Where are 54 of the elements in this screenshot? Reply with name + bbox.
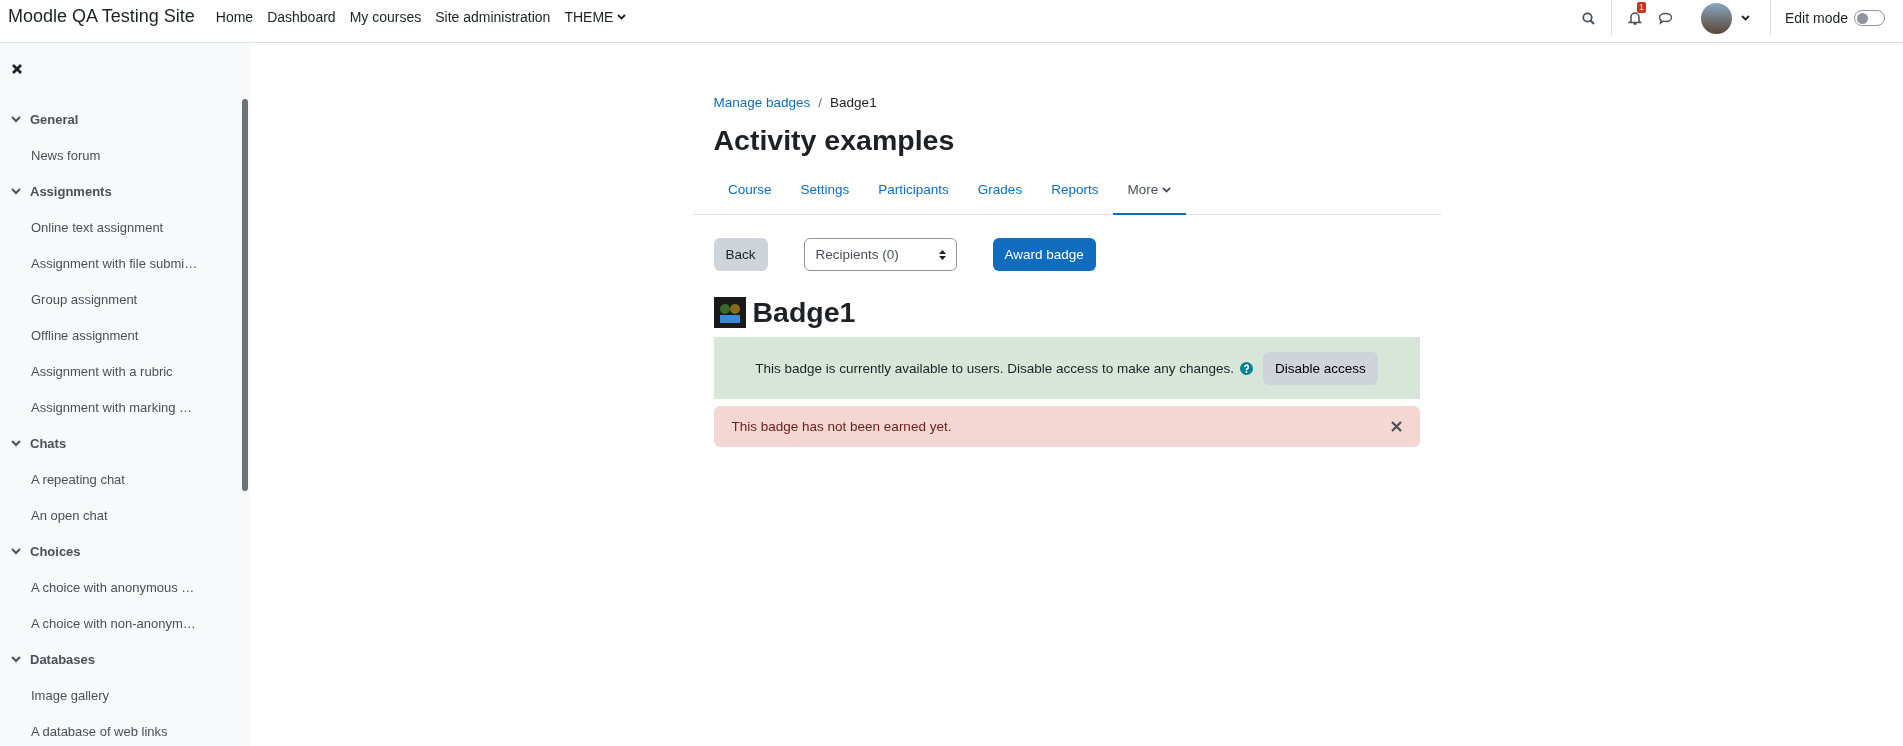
- section-header[interactable]: Chats: [0, 425, 250, 461]
- alert-message: This badge is currently available to users. Disable access to make any changes.: [755, 360, 1234, 376]
- breadcrumb-separator: /: [818, 95, 823, 110]
- sidebar-item[interactable]: News forum: [0, 137, 250, 173]
- nav-tab[interactable]: Grades: [963, 167, 1037, 215]
- close-icon[interactable]: [11, 63, 23, 75]
- edit-mode-label: Edit mode: [1783, 10, 1849, 26]
- site-name[interactable]: Moodle QA Testing Site: [8, 6, 195, 27]
- nav-link[interactable]: Home: [208, 9, 261, 25]
- badge-image: [713, 297, 746, 328]
- sidebar-item[interactable]: Assignment with file submi…: [0, 245, 250, 281]
- badge-title: Badge1: [752, 296, 856, 329]
- sidebar-item[interactable]: A database of web links: [0, 713, 250, 746]
- award-badge-button[interactable]: Award badge: [992, 238, 1096, 271]
- sidebar-item[interactable]: Assignment with a rubric: [0, 353, 250, 389]
- scrollbar-thumb[interactable]: [242, 99, 248, 491]
- sidebar-item[interactable]: Group assignment: [0, 281, 250, 317]
- disable-access-button[interactable]: Disable access: [1262, 351, 1378, 385]
- help-icon[interactable]: [1239, 361, 1253, 375]
- back-button[interactable]: Back: [713, 238, 768, 271]
- section-header[interactable]: General: [0, 101, 250, 137]
- caret-icon: [1740, 15, 1750, 21]
- close-icon[interactable]: [1390, 421, 1402, 432]
- nav-link[interactable]: My courses: [342, 9, 429, 25]
- nav-link[interactable]: Site administration: [428, 9, 558, 25]
- breadcrumb-link[interactable]: Manage badges: [713, 95, 811, 110]
- section-header[interactable]: Databases: [0, 641, 250, 677]
- section-header[interactable]: Choices: [0, 533, 250, 569]
- sidebar-item[interactable]: Image gallery: [0, 677, 250, 713]
- nav-tab[interactable]: Reports: [1036, 167, 1113, 215]
- bell-icon[interactable]: [1627, 10, 1642, 26]
- nav-tab[interactable]: Course: [713, 167, 787, 215]
- page-title: Activity examples: [713, 124, 956, 157]
- sidebar-item[interactable]: A choice with non-anonym…: [0, 605, 250, 641]
- notification-count: 1: [1636, 1, 1646, 13]
- sidebar-item[interactable]: Offline assignment: [0, 317, 250, 353]
- sidebar-item[interactable]: A repeating chat: [0, 461, 250, 497]
- sidebar-item[interactable]: An open chat: [0, 497, 250, 533]
- user-avatar[interactable]: [1700, 2, 1732, 34]
- alert-message: This badge has not been earned yet.: [731, 419, 952, 434]
- section-header[interactable]: Assignments: [0, 173, 250, 209]
- sidebar-item[interactable]: A choice with anonymous …: [0, 569, 250, 605]
- sidebar-item[interactable]: Online text assignment: [0, 209, 250, 245]
- search-icon[interactable]: [1581, 11, 1595, 25]
- nav-tab[interactable]: More: [1112, 167, 1186, 215]
- nav-tab[interactable]: Participants: [863, 167, 964, 215]
- breadcrumb-current: Badge1: [830, 95, 877, 110]
- chat-bubble-icon[interactable]: [1657, 11, 1673, 25]
- recipients-dropdown[interactable]: Recipients (0): [803, 238, 957, 271]
- nav-link[interactable]: THEME: [557, 9, 634, 25]
- nav-tab[interactable]: Settings: [786, 167, 864, 215]
- sidebar-item[interactable]: Assignment with marking …: [0, 389, 250, 425]
- nav-link[interactable]: Dashboard: [260, 9, 343, 25]
- sort-arrows-icon: [938, 249, 946, 260]
